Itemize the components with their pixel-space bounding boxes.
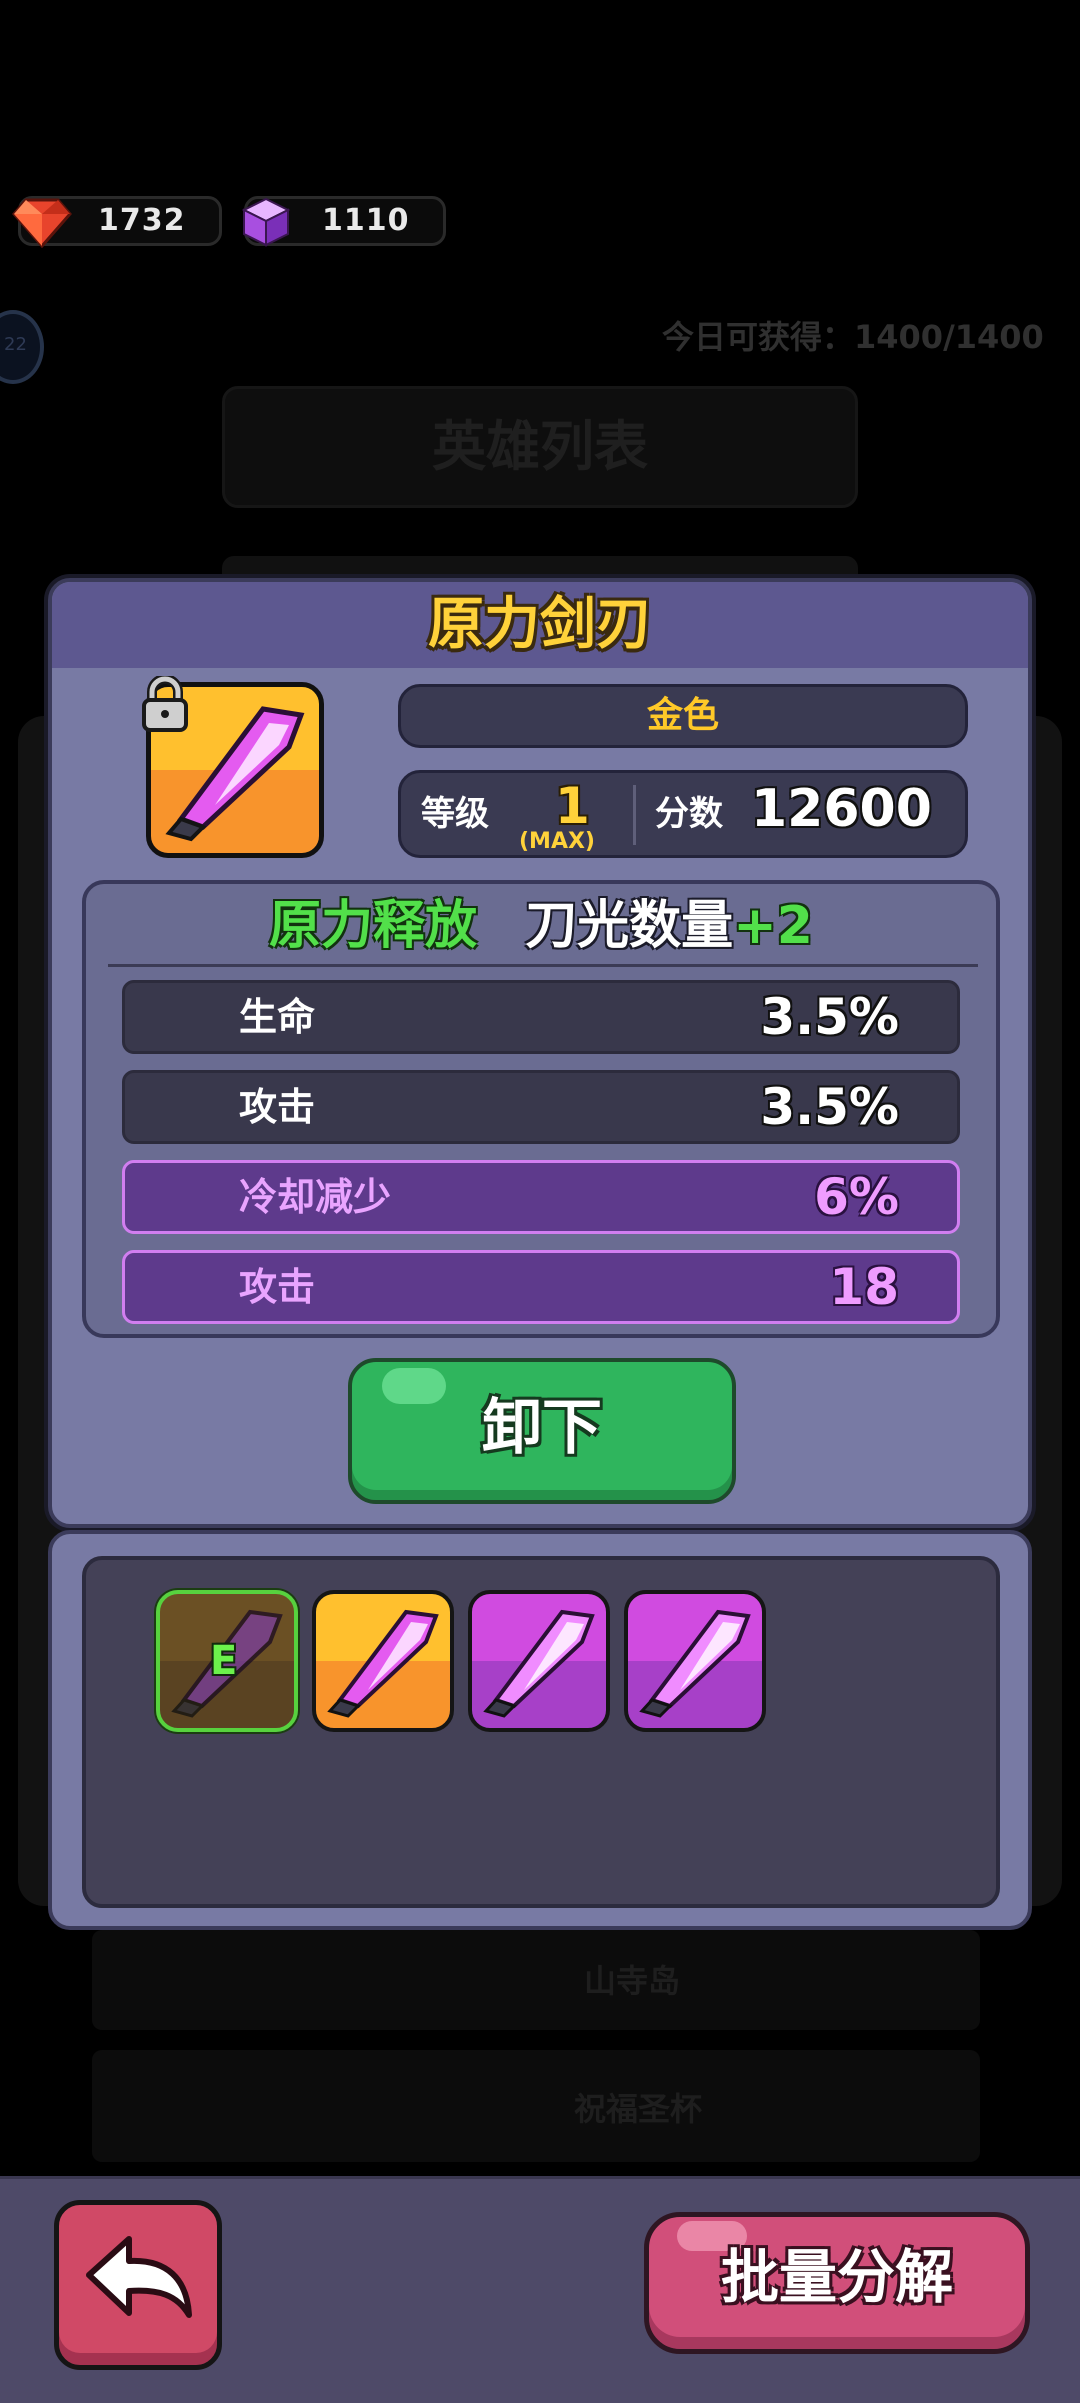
- level-value: 1: [555, 777, 590, 835]
- ruby-gem-icon: [12, 198, 72, 248]
- background-list-row: 山寺岛: [92, 1930, 980, 2030]
- attribute-value: 3.5%: [760, 1078, 899, 1136]
- batch-decompose-button[interactable]: 批量分解: [644, 2212, 1030, 2354]
- attribute-value: 18: [829, 1258, 899, 1316]
- hero-list-title: 英雄列表: [222, 386, 858, 508]
- attribute-row: 冷却减少 6%: [122, 1160, 960, 1234]
- inventory-slot-purple[interactable]: [624, 1590, 766, 1732]
- back-button[interactable]: [54, 2200, 222, 2370]
- attribute-value: 6%: [814, 1168, 899, 1226]
- background-list-row: 祝福圣杯: [92, 2050, 980, 2162]
- effect-name: 原力释放: [269, 896, 478, 956]
- effect-divider: [108, 964, 978, 967]
- cube-count: 1110: [322, 203, 410, 238]
- attribute-row: 攻击 18: [122, 1250, 960, 1324]
- attribute-name: 攻击: [239, 1265, 316, 1309]
- daily-limit-text: 今日可获得：1400/1400: [662, 318, 1044, 356]
- batch-decompose-label: 批量分解: [720, 2243, 953, 2311]
- item-detail-dialog: 原力剑刃 金色 等级 1 (MAX) 分数 12600 原力释放 刀光数量+2 …: [48, 578, 1032, 1528]
- attribute-name: 冷却减少: [239, 1175, 392, 1219]
- attribute-value: 3.5%: [760, 988, 899, 1046]
- score-value: 12600: [751, 779, 932, 839]
- attribute-name: 攻击: [239, 1085, 316, 1129]
- purple-cube-icon: [241, 197, 291, 247]
- effect-desc: 刀光数量: [525, 896, 734, 956]
- inventory-slot-gold[interactable]: [312, 1590, 454, 1732]
- item-name: 原力剑刃: [428, 592, 652, 657]
- quality-label: 金色: [398, 684, 968, 748]
- level-label: 等级: [421, 794, 489, 834]
- attribute-row: 生命 3.5%: [122, 980, 960, 1054]
- ruby-count: 1732: [98, 203, 186, 238]
- level-score-bar: 等级 1 (MAX) 分数 12600: [398, 770, 968, 858]
- unequip-label: 卸下: [482, 1393, 602, 1463]
- attribute-row: 攻击 3.5%: [122, 1070, 960, 1144]
- unequip-button[interactable]: 卸下: [348, 1358, 736, 1504]
- effect-panel: 原力释放 刀光数量+2 生命 3.5% 攻击 3.5% 冷却减少 6% 攻击 1…: [82, 880, 1000, 1338]
- effect-heading: 原力释放 刀光数量+2: [86, 890, 996, 962]
- equipped-mark: E: [210, 1638, 238, 1684]
- level-max-tag: (MAX): [519, 829, 595, 854]
- blade-icon: [327, 1609, 439, 1718]
- inventory-slot-purple[interactable]: [468, 1590, 610, 1732]
- score-label: 分数: [655, 794, 723, 834]
- blade-icon: [483, 1609, 595, 1718]
- attribute-name: 生命: [239, 995, 316, 1039]
- player-level-badge: 22: [0, 310, 44, 384]
- back-arrow-icon: [86, 2236, 192, 2318]
- effect-bonus: +2: [733, 896, 813, 956]
- stat-divider: [633, 785, 636, 845]
- inventory-grid: E: [82, 1556, 1000, 1908]
- inventory-slot-equipped[interactable]: E: [156, 1590, 298, 1732]
- lock-icon[interactable]: [138, 676, 192, 734]
- inventory-panel: E: [48, 1530, 1032, 1930]
- blade-icon: [639, 1609, 751, 1718]
